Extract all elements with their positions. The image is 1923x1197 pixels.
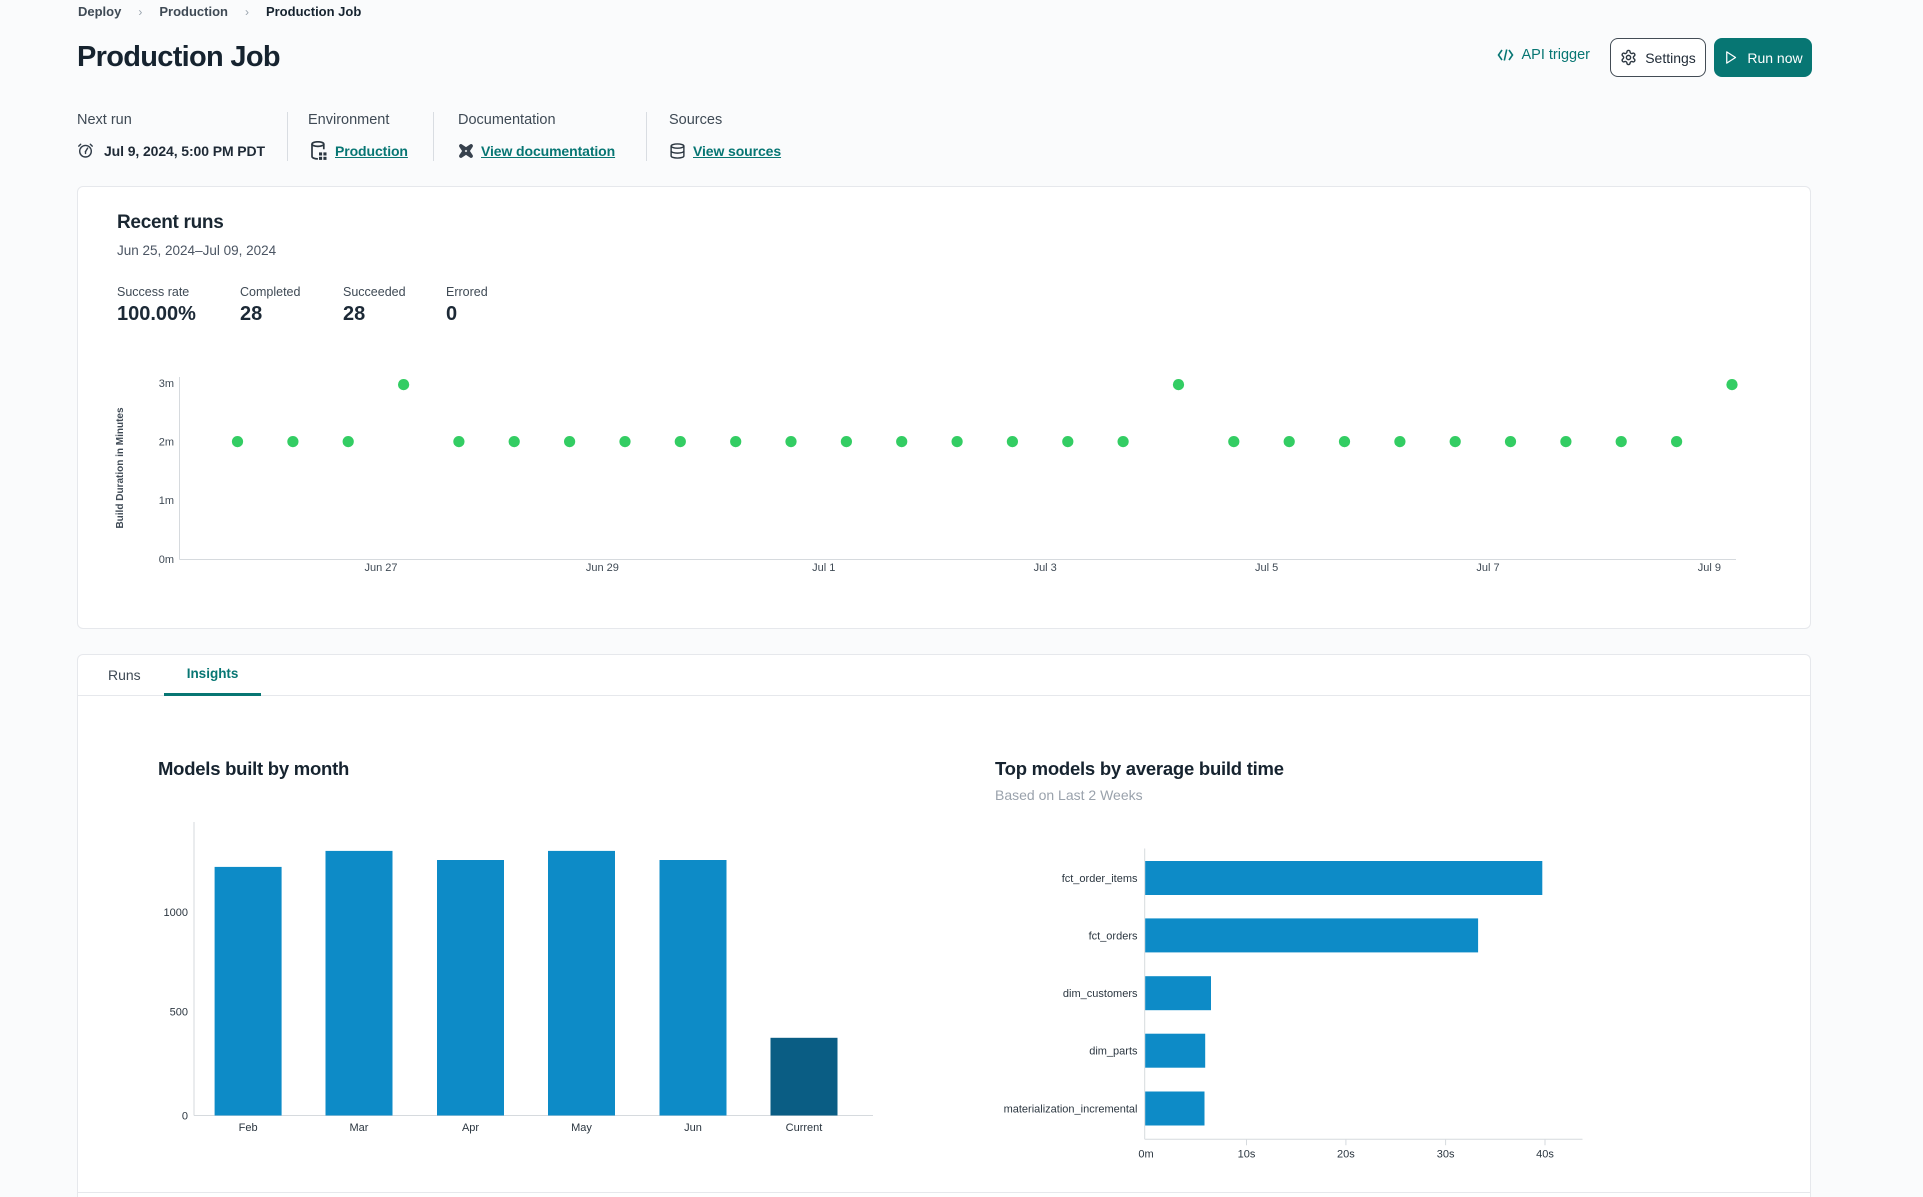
svg-text:0m: 0m bbox=[1138, 1149, 1153, 1161]
svg-text:500: 500 bbox=[170, 1007, 188, 1019]
svg-text:fct_order_items: fct_order_items bbox=[1062, 873, 1138, 885]
svg-text:Feb: Feb bbox=[239, 1122, 258, 1134]
svg-text:Jun: Jun bbox=[684, 1122, 702, 1134]
svg-text:Jul 3: Jul 3 bbox=[1034, 562, 1057, 574]
svg-text:fct_orders: fct_orders bbox=[1089, 930, 1138, 942]
svg-text:Jul 5: Jul 5 bbox=[1255, 562, 1278, 574]
svg-text:30s: 30s bbox=[1437, 1149, 1455, 1161]
svg-text:Jul 7: Jul 7 bbox=[1476, 562, 1499, 574]
svg-text:Mar: Mar bbox=[350, 1122, 369, 1134]
svg-text:Apr: Apr bbox=[462, 1122, 479, 1134]
svg-text:3m: 3m bbox=[159, 378, 174, 390]
svg-text:2m: 2m bbox=[159, 437, 174, 449]
svg-text:Jun 29: Jun 29 bbox=[586, 562, 619, 574]
svg-text:dim_customers: dim_customers bbox=[1063, 988, 1138, 1000]
svg-text:0: 0 bbox=[182, 1110, 188, 1122]
svg-text:materialization_incremental: materialization_incremental bbox=[1004, 1104, 1138, 1116]
svg-text:1000: 1000 bbox=[164, 907, 188, 919]
svg-text:Jul 1: Jul 1 bbox=[812, 562, 835, 574]
svg-text:0m: 0m bbox=[159, 554, 174, 566]
svg-text:Jun 27: Jun 27 bbox=[364, 562, 397, 574]
svg-text:20s: 20s bbox=[1337, 1149, 1355, 1161]
svg-text:1m: 1m bbox=[159, 495, 174, 507]
svg-text:Jul 9: Jul 9 bbox=[1698, 562, 1721, 574]
svg-text:May: May bbox=[571, 1122, 592, 1134]
svg-text:Build Duration in Minutes: Build Duration in Minutes bbox=[115, 407, 126, 529]
svg-text:40s: 40s bbox=[1536, 1149, 1554, 1161]
svg-text:dim_parts: dim_parts bbox=[1089, 1046, 1138, 1058]
svg-text:Current: Current bbox=[786, 1122, 823, 1134]
svg-text:10s: 10s bbox=[1238, 1149, 1256, 1161]
